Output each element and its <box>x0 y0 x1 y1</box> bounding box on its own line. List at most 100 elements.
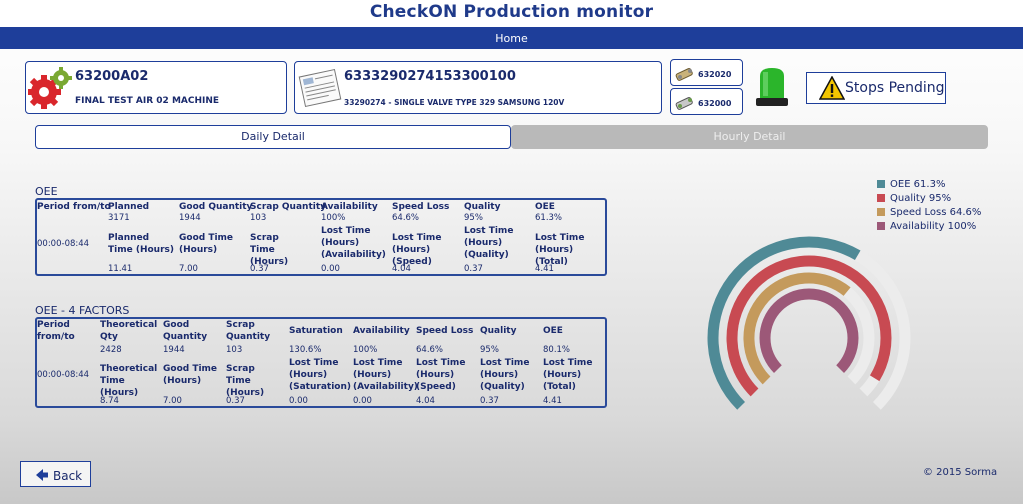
oee-time-value: 4.41 <box>535 264 554 274</box>
product-card: 6333290274153300100 33290274 - SINGLE VA… <box>294 61 662 114</box>
oee4-time-header: Lost Time (Hours) (Speed) <box>416 358 466 392</box>
gauge-bar <box>759 288 859 373</box>
oee-value: 95% <box>464 213 483 223</box>
oee4-header: Period from/to <box>37 320 75 342</box>
oee-value: 1944 <box>179 213 201 223</box>
title-bar: CheckON Production monitor <box>0 0 1023 27</box>
oee-time-header: Planned Time (Hours) <box>108 233 174 255</box>
oee4-value: 2428 <box>100 345 122 355</box>
oee4-time-value: 7.00 <box>163 396 182 406</box>
oee4-time-header: Good Time (Hours) <box>163 364 218 386</box>
oee4-value: 95% <box>480 345 499 355</box>
oee4-period: 00:00-08:44 <box>37 370 90 380</box>
stops-pending-label: Stops Pending <box>845 80 945 96</box>
tab-hourly-detail[interactable]: Hourly Detail <box>511 125 988 149</box>
oee4-section-title: OEE - 4 FACTORS <box>35 304 130 317</box>
machine-card: 63200A02 FINAL TEST AIR 02 MACHINE <box>25 61 287 114</box>
component-icon <box>673 91 697 113</box>
oee-time-header: Lost Time (Hours) (Total) <box>535 233 585 267</box>
oee4-header: Theoretical Qty <box>100 320 158 342</box>
oee4-header: Good Quantity <box>163 320 208 342</box>
stops-pending-button[interactable]: Stops Pending <box>806 72 946 104</box>
legend-item: OEE 61.3% <box>877 178 981 192</box>
green-beacon-icon <box>752 66 792 108</box>
oee4-header: Quality <box>480 326 517 336</box>
legend-swatch <box>877 180 885 188</box>
product-code: 6333290274153300100 <box>344 69 516 84</box>
oee-header: Period from/to <box>37 202 111 212</box>
copyright: © 2015 Sorma <box>923 467 998 478</box>
machine-code: 63200A02 <box>75 69 149 84</box>
legend-label: OEE 61.3% <box>890 179 946 190</box>
oee-time-header: Lost Time (Hours) (Speed) <box>392 233 442 267</box>
oee4-time-header: Lost Time (Hours) (Saturation) <box>289 358 351 392</box>
oee4-header: Scrap Quantity <box>226 320 271 342</box>
oee4-header: Availability <box>353 326 410 336</box>
oee-time-header: Scrap Time (Hours) <box>250 233 289 267</box>
oee-value: 64.6% <box>392 213 420 223</box>
arrow-left-icon <box>35 467 49 481</box>
oee-header: Planned <box>108 202 150 212</box>
oee-value: 100% <box>321 213 346 223</box>
oee4-header: OEE <box>543 326 563 336</box>
oee4-time-value: 4.04 <box>416 396 435 406</box>
oee-header: Speed Loss <box>392 202 450 212</box>
legend-label: Quality 95% <box>890 193 952 204</box>
warning-icon <box>818 75 846 100</box>
oee-section-title: OEE <box>35 185 58 198</box>
oee4-value: 1944 <box>163 345 185 355</box>
oee-time-header: Lost Time (Hours) (Availability) <box>321 226 386 260</box>
oee4-value: 130.6% <box>289 345 322 355</box>
oee4-value: 100% <box>353 345 378 355</box>
nav-bar: Home <box>0 27 1023 49</box>
oee-header: Quality <box>464 202 501 212</box>
oee4-time-header: Scrap Time (Hours) <box>226 364 265 398</box>
legend-swatch <box>877 208 885 216</box>
oee-time-header: Lost Time (Hours) (Quality) <box>464 226 514 260</box>
oee4-time-header: Theoretical Time (Hours) <box>100 364 158 398</box>
oee4-time-header: Lost Time (Hours) (Total) <box>543 358 593 392</box>
document-icon <box>297 65 343 111</box>
home-link[interactable]: Home <box>495 32 527 45</box>
oee4-time-header: Lost Time (Hours) (Quality) <box>480 358 530 392</box>
machine-description: FINAL TEST AIR 02 MACHINE <box>75 96 220 106</box>
legend-item: Quality 95% <box>877 192 981 206</box>
oee4-time-value: 4.41 <box>543 396 562 406</box>
oee-time-value: 0.00 <box>321 264 340 274</box>
component-icon <box>673 62 697 84</box>
component-card-2[interactable]: 632000 <box>670 88 743 115</box>
oee4-time-value: 0.37 <box>480 396 499 406</box>
oee4-time-header: Lost Time (Hours) (Availability) <box>353 358 418 392</box>
oee4-time-value: 0.00 <box>289 396 308 406</box>
component-code: 632000 <box>698 99 732 108</box>
oee-period: 00:00-08:44 <box>37 239 90 249</box>
oee4-value: 64.6% <box>416 345 444 355</box>
oee-value: 3171 <box>108 213 130 223</box>
oee-time-value: 0.37 <box>464 264 483 274</box>
oee4-value: 103 <box>226 345 243 355</box>
oee-header: Good Quantity <box>179 202 253 212</box>
oee-header: OEE <box>535 202 555 212</box>
component-code: 632020 <box>698 70 732 79</box>
oee4-header: Speed Loss <box>416 326 474 336</box>
back-label: Back <box>53 469 83 483</box>
oee-time-value: 4.04 <box>392 264 411 274</box>
oee-value: 103 <box>250 213 267 223</box>
oee-time-value: 0.37 <box>250 264 269 274</box>
oee-header: Scrap Quantity <box>250 202 326 212</box>
back-button[interactable]: Back <box>20 461 91 487</box>
legend-item: Speed Loss 64.6% <box>877 206 981 220</box>
component-card-1[interactable]: 632020 <box>670 59 743 86</box>
oee-header: Availability <box>321 202 378 212</box>
tab-daily-detail[interactable]: Daily Detail <box>35 125 511 149</box>
gears-icon <box>27 65 72 111</box>
oee-value: 61.3% <box>535 213 563 223</box>
oee4-time-value: 0.00 <box>353 396 372 406</box>
product-description: 33290274 - SINGLE VALVE TYPE 329 SAMSUNG… <box>344 98 565 107</box>
oee4-time-value: 8.74 <box>100 396 119 406</box>
oee-time-value: 7.00 <box>179 264 198 274</box>
legend-swatch <box>877 194 885 202</box>
oee-time-header: Good Time (Hours) <box>179 233 234 255</box>
app-title: CheckON Production monitor <box>369 2 654 22</box>
legend-label: Speed Loss 64.6% <box>890 207 982 218</box>
